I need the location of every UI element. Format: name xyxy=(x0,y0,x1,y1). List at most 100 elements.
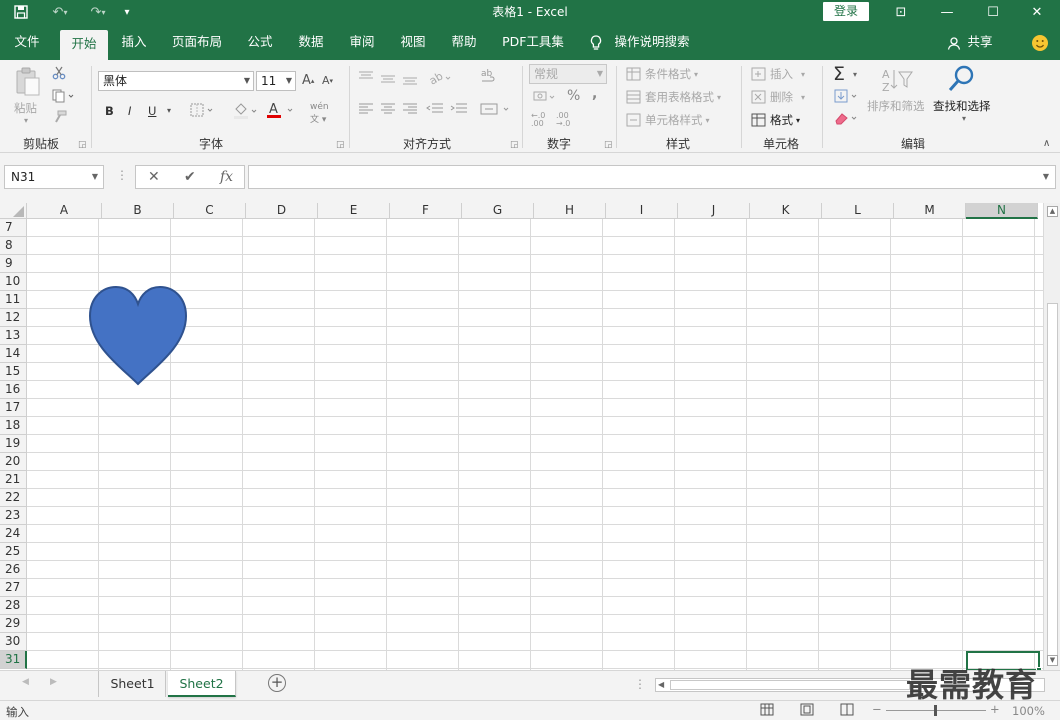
paste-button[interactable]: 粘贴 xyxy=(14,100,37,116)
close-button[interactable]: ✕ xyxy=(1014,0,1060,24)
tab-page-layout[interactable]: 页面布局 xyxy=(166,24,228,60)
select-all-corner[interactable] xyxy=(0,203,27,219)
column-header-j[interactable]: J xyxy=(678,203,750,219)
row-header-31[interactable]: 31 xyxy=(0,651,27,669)
row-header-17[interactable]: 17 xyxy=(0,399,27,417)
cut-icon[interactable] xyxy=(52,66,66,80)
vertical-scroll-thumb[interactable] xyxy=(1047,303,1058,663)
find-select-icon[interactable] xyxy=(947,64,977,94)
align-right-icon[interactable] xyxy=(402,102,418,116)
row-header-26[interactable]: 26 xyxy=(0,561,27,579)
tab-home[interactable]: 开始 xyxy=(60,30,108,60)
row-header-18[interactable]: 18 xyxy=(0,417,27,435)
share-button[interactable]: 共享 xyxy=(964,24,996,60)
find-select-dropdown-icon[interactable]: ▾ xyxy=(962,114,966,123)
number-format-combo[interactable]: 常规 ▼ xyxy=(529,64,607,84)
format-as-table-button[interactable]: 套用表格格式 ▾ xyxy=(626,89,721,105)
row-header-9[interactable]: 9 xyxy=(0,255,27,273)
maximize-button[interactable]: ☐ xyxy=(970,0,1016,24)
paste-icon[interactable] xyxy=(14,66,42,98)
copy-icon[interactable] xyxy=(52,89,74,103)
column-header-g[interactable]: G xyxy=(462,203,534,219)
tab-data[interactable]: 数据 xyxy=(289,24,333,60)
row-header-28[interactable]: 28 xyxy=(0,597,27,615)
spreadsheet-grid[interactable]: ABCDEFGHIJKLMN 7 8 9 10 11 12 13 14 15 16 17 18 19 20… xyxy=(0,203,1043,670)
row-header-7[interactable]: 7 xyxy=(0,219,27,237)
row-header-27[interactable]: 27 xyxy=(0,579,27,597)
enter-icon[interactable]: ✔ xyxy=(184,169,196,185)
row-header-14[interactable]: 14 xyxy=(0,345,27,363)
fill-color-icon[interactable] xyxy=(232,102,260,120)
underline-button[interactable]: U xyxy=(148,104,156,118)
tab-insert[interactable]: 插入 xyxy=(112,24,156,60)
column-header-e[interactable]: E xyxy=(318,203,390,219)
align-center-icon[interactable] xyxy=(380,102,396,116)
cancel-icon[interactable]: ✕ xyxy=(148,169,160,185)
borders-icon[interactable] xyxy=(190,102,216,118)
page-layout-view-icon[interactable] xyxy=(800,703,814,719)
column-header-d[interactable]: D xyxy=(246,203,318,219)
page-break-view-icon[interactable] xyxy=(840,703,854,719)
vertical-scrollbar[interactable]: ▲ ▼ xyxy=(1043,203,1060,670)
column-header-m[interactable]: M xyxy=(894,203,966,219)
row-header-25[interactable]: 25 xyxy=(0,543,27,561)
paste-dropdown-icon[interactable]: ▾ xyxy=(24,116,28,125)
conditional-formatting-button[interactable]: 条件格式 ▾ xyxy=(626,66,698,82)
wrap-text-icon[interactable]: ab xyxy=(480,68,496,86)
column-header-h[interactable]: H xyxy=(534,203,606,219)
row-header-29[interactable]: 29 xyxy=(0,615,27,633)
underline-dropdown-icon[interactable]: ▾ xyxy=(167,106,171,115)
zoom-out-icon[interactable]: − xyxy=(872,702,882,716)
column-header-n[interactable]: N xyxy=(966,203,1038,219)
login-button[interactable]: 登录 xyxy=(823,2,869,21)
accounting-format-icon[interactable] xyxy=(533,90,559,104)
scroll-left-icon[interactable]: ◀ xyxy=(658,680,664,689)
decrease-indent-icon[interactable] xyxy=(426,102,444,116)
row-header-13[interactable]: 13 xyxy=(0,327,27,345)
tell-me-search[interactable]: 操作说明搜索 xyxy=(612,24,692,60)
merge-center-icon[interactable] xyxy=(480,102,512,116)
formula-input[interactable]: ▼ xyxy=(248,165,1056,189)
tab-review[interactable]: 审阅 xyxy=(340,24,384,60)
row-header-11[interactable]: 11 xyxy=(0,291,27,309)
tab-file[interactable]: 文件 xyxy=(6,24,48,60)
insert-function-icon[interactable]: fx xyxy=(220,169,233,185)
row-header-12[interactable]: 12 xyxy=(0,309,27,327)
font-color-icon[interactable]: A xyxy=(266,101,296,119)
number-launcher-icon[interactable]: ◲ xyxy=(604,140,613,150)
align-left-icon[interactable] xyxy=(358,102,374,116)
tab-help[interactable]: 帮助 xyxy=(442,24,486,60)
tab-pdf-tools[interactable]: PDF工具集 xyxy=(498,24,568,60)
top-align-icon[interactable] xyxy=(358,70,374,84)
smiley-feedback-icon[interactable] xyxy=(1028,24,1052,60)
font-name-combo[interactable]: 黑体 ▼ xyxy=(98,71,254,91)
tab-view[interactable]: 视图 xyxy=(391,24,435,60)
orientation-icon[interactable]: ab xyxy=(428,70,454,86)
zoom-level[interactable]: 100% xyxy=(1012,704,1045,718)
zoom-slider-thumb[interactable] xyxy=(934,705,937,716)
column-header-c[interactable]: C xyxy=(174,203,246,219)
row-header-15[interactable]: 15 xyxy=(0,363,27,381)
row-header-20[interactable]: 20 xyxy=(0,453,27,471)
format-painter-icon[interactable] xyxy=(52,110,68,124)
font-size-combo[interactable]: 11 ▼ xyxy=(256,71,296,91)
font-launcher-icon[interactable]: ◲ xyxy=(336,140,345,150)
row-header-16[interactable]: 16 xyxy=(0,381,27,399)
insert-cells-button[interactable]: 插入 ▾ xyxy=(751,66,805,82)
prev-sheet-icon[interactable]: ◀ xyxy=(22,677,29,687)
scroll-up-icon[interactable]: ▲ xyxy=(1047,206,1058,217)
horizontal-scroll-thumb[interactable] xyxy=(670,680,910,690)
format-cells-button[interactable]: 格式 ▾ xyxy=(751,112,800,128)
column-header-l[interactable]: L xyxy=(822,203,894,219)
tab-formulas[interactable]: 公式 xyxy=(238,24,282,60)
find-select-button[interactable]: 查找和选择 xyxy=(933,98,991,114)
italic-button[interactable]: I xyxy=(128,104,131,118)
bottom-align-icon[interactable] xyxy=(402,72,418,86)
alignment-launcher-icon[interactable]: ◲ xyxy=(510,140,519,150)
row-header-21[interactable]: 21 xyxy=(0,471,27,489)
increase-decimal-icon[interactable]: ←.0.00 xyxy=(531,112,545,128)
bold-button[interactable]: B xyxy=(105,104,114,118)
grow-font-icon[interactable]: A ▴ xyxy=(302,73,314,88)
row-header-23[interactable]: 23 xyxy=(0,507,27,525)
sheet-tab-sheet1[interactable]: Sheet1 xyxy=(100,671,166,697)
